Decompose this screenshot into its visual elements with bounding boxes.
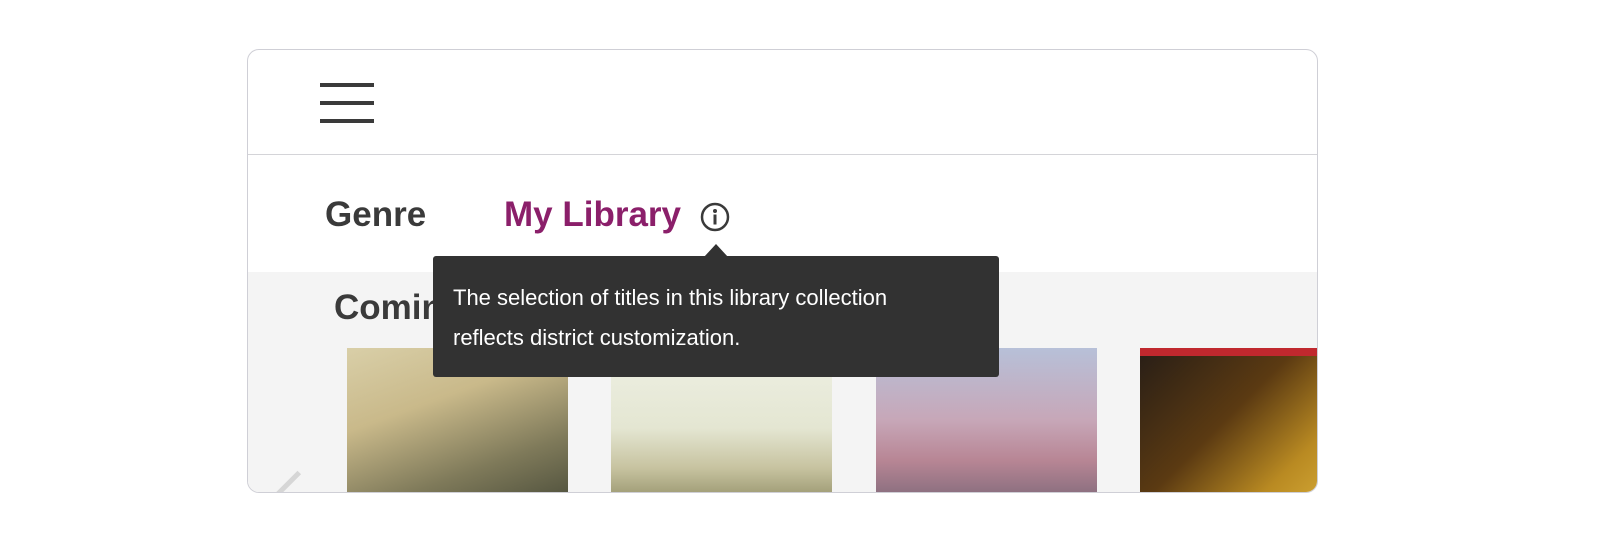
tab-bar: Genre My Library	[248, 155, 1317, 272]
carousel-prev-icon[interactable]	[272, 470, 323, 492]
tooltip-line-1: The selection of titles in this library …	[453, 285, 888, 310]
hamburger-menu-icon[interactable]	[320, 82, 376, 126]
info-tooltip: The selection of titles in this library …	[433, 256, 999, 377]
top-bar	[248, 50, 1317, 155]
tab-genre[interactable]: Genre	[325, 195, 426, 235]
info-icon[interactable]	[700, 202, 730, 232]
tooltip-line-2: reflects district customization.	[453, 325, 741, 350]
tab-my-library[interactable]: My Library	[504, 195, 681, 235]
book-cover[interactable]	[1140, 348, 1317, 492]
